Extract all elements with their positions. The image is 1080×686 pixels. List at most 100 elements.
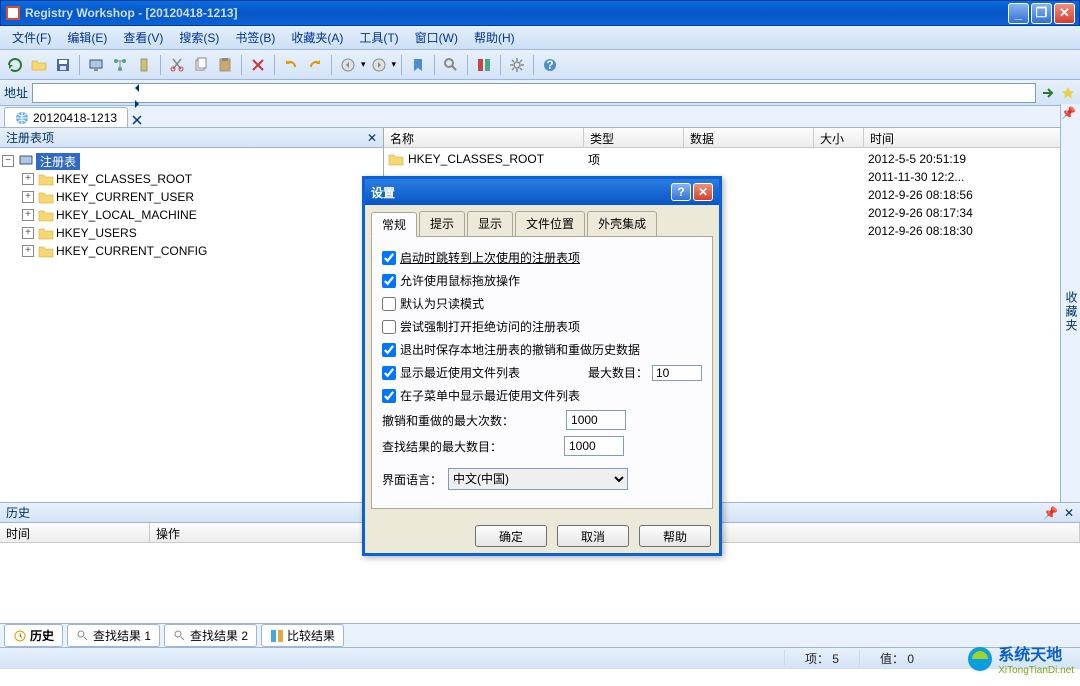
check-show-sub-mru[interactable] (382, 389, 396, 403)
network-icon[interactable] (109, 54, 131, 76)
menu-search[interactable]: 搜索(S) (173, 27, 225, 48)
help-button[interactable]: 帮助 (639, 525, 711, 547)
copy-icon[interactable] (190, 54, 212, 76)
pin-icon[interactable]: 📌 (1061, 106, 1078, 120)
tab-tip[interactable]: 提示 (419, 211, 465, 236)
expand-toggle[interactable]: + (22, 173, 34, 185)
undo-max-input[interactable] (566, 410, 626, 430)
undo-max-label: 撤销和重做的最大次数： (382, 412, 514, 429)
cancel-button[interactable]: 取消 (557, 525, 629, 547)
tab-shell[interactable]: 外壳集成 (587, 211, 657, 236)
close-button[interactable]: ✕ (1054, 3, 1075, 24)
folder-icon (38, 208, 54, 222)
hist-col-time[interactable]: 时间 (0, 523, 150, 542)
refresh-icon[interactable] (4, 54, 26, 76)
dialog-close-button[interactable]: ✕ (693, 183, 713, 201)
folder-icon (388, 152, 404, 166)
history-title: 历史 (6, 504, 30, 521)
tab-close-icon[interactable] (130, 113, 144, 127)
delete-icon[interactable] (247, 54, 269, 76)
undo-icon[interactable] (280, 54, 302, 76)
menu-tools[interactable]: 工具(T) (353, 27, 404, 48)
tab-find2[interactable]: 查找结果 2 (164, 624, 257, 647)
check-readonly[interactable] (382, 297, 396, 311)
tree-item[interactable]: HKEY_CURRENT_USER (56, 190, 194, 204)
dialog-content: 启动时跳转到上次使用的注册表项 允许使用鼠标拖放操作 默认为只读模式 尝试强制打… (371, 237, 713, 509)
folder-icon (38, 190, 54, 204)
menu-bookmark[interactable]: 书签(B) (229, 27, 281, 48)
computer-icon[interactable] (85, 54, 107, 76)
col-size[interactable]: 大小 (814, 128, 864, 147)
tab-prev-icon[interactable] (130, 81, 144, 95)
check-save-undo[interactable] (382, 343, 396, 357)
menu-help[interactable]: 帮助(H) (468, 27, 521, 48)
menu-favorite[interactable]: 收藏夹(A) (285, 27, 349, 48)
find-max-input[interactable] (564, 436, 624, 456)
usb-icon[interactable] (133, 54, 155, 76)
bookmark-icon[interactable] (407, 54, 429, 76)
menu-file[interactable]: 文件(F) (6, 27, 57, 48)
list-header: 名称 类型 数据 大小 时间 (384, 128, 1080, 148)
forward-icon[interactable] (368, 54, 390, 76)
address-label: 地址 (4, 84, 28, 101)
redo-icon[interactable] (304, 54, 326, 76)
tab-display[interactable]: 显示 (467, 211, 513, 236)
col-type[interactable]: 类型 (584, 128, 684, 147)
tab-next-icon[interactable] (130, 97, 144, 111)
list-row[interactable]: HKEY_CLASSES_ROOT 项 2012-5-5 20:51:19 (388, 150, 1076, 168)
dialog-titlebar[interactable]: 设置 ? ✕ (365, 179, 719, 205)
col-data[interactable]: 数据 (684, 128, 814, 147)
expand-toggle[interactable]: + (22, 209, 34, 221)
find-icon[interactable] (440, 54, 462, 76)
tab-compare[interactable]: 比较结果 (261, 624, 344, 647)
menu-view[interactable]: 查看(V) (117, 27, 169, 48)
check-show-mru[interactable] (382, 366, 396, 380)
tree-root[interactable]: 注册表 (36, 153, 80, 170)
tree-item[interactable]: HKEY_CLASSES_ROOT (56, 172, 192, 186)
globe-icon (15, 111, 29, 125)
pin-icon[interactable]: 📌 (1043, 506, 1058, 520)
compare-icon[interactable] (473, 54, 495, 76)
expand-toggle[interactable]: + (22, 245, 34, 257)
minimize-button[interactable]: _ (1008, 3, 1029, 24)
registry-tree[interactable]: − 注册表 + HKEY_CLASSES_ROOT + HKEY_CURRENT_U… (0, 148, 383, 502)
folder-icon (38, 226, 54, 240)
tab-general[interactable]: 常规 (371, 212, 417, 237)
tab-find1[interactable]: 查找结果 1 (67, 624, 160, 647)
favorites-rail[interactable]: 📌 收藏夹 (1060, 104, 1080, 502)
paste-icon[interactable] (214, 54, 236, 76)
tree-panel: 注册表项 ✕ − 注册表 +HKEY_CLASSES_ROOT +HKEY_CU… (0, 128, 384, 502)
save-icon[interactable] (52, 54, 74, 76)
check-jump-last[interactable] (382, 251, 396, 265)
check-allow-drag[interactable] (382, 274, 396, 288)
tree-item[interactable]: HKEY_USERS (56, 226, 137, 240)
ok-button[interactable]: 确定 (475, 525, 547, 547)
check-force-open[interactable] (382, 320, 396, 334)
menu-edit[interactable]: 编辑(E) (61, 27, 113, 48)
back-icon[interactable] (337, 54, 359, 76)
open-icon[interactable] (28, 54, 50, 76)
cut-icon[interactable] (166, 54, 188, 76)
tab-fileloc[interactable]: 文件位置 (515, 211, 585, 236)
help-icon[interactable]: ? (539, 54, 561, 76)
expand-toggle[interactable]: + (22, 227, 34, 239)
maxcount-input[interactable] (652, 365, 702, 381)
find-max-label: 查找结果的最大数目： (382, 438, 512, 455)
settings-dialog: 设置 ? ✕ 常规 提示 显示 文件位置 外壳集成 启动时跳转到上次使用的注册表… (362, 176, 722, 556)
lang-select[interactable]: 中文(中国) (448, 468, 628, 490)
tree-item[interactable]: HKEY_LOCAL_MACHINE (56, 208, 197, 222)
document-tab[interactable]: 20120418-1213 (4, 107, 128, 127)
tree-panel-close-icon[interactable]: ✕ (367, 131, 377, 145)
expand-toggle[interactable]: − (2, 155, 14, 167)
status-bar: 项： 5 值： 0 (0, 647, 1080, 669)
tree-item[interactable]: HKEY_CURRENT_CONFIG (56, 244, 207, 258)
col-time[interactable]: 时间 (864, 128, 1080, 147)
history-close-icon[interactable]: ✕ (1064, 506, 1074, 520)
tab-history[interactable]: 历史 (4, 624, 63, 647)
expand-toggle[interactable]: + (22, 191, 34, 203)
menu-window[interactable]: 窗口(W) (409, 27, 464, 48)
col-name[interactable]: 名称 (384, 128, 584, 147)
settings-icon[interactable] (506, 54, 528, 76)
dialog-help-button[interactable]: ? (671, 183, 691, 201)
maximize-button[interactable]: ❐ (1031, 3, 1052, 24)
